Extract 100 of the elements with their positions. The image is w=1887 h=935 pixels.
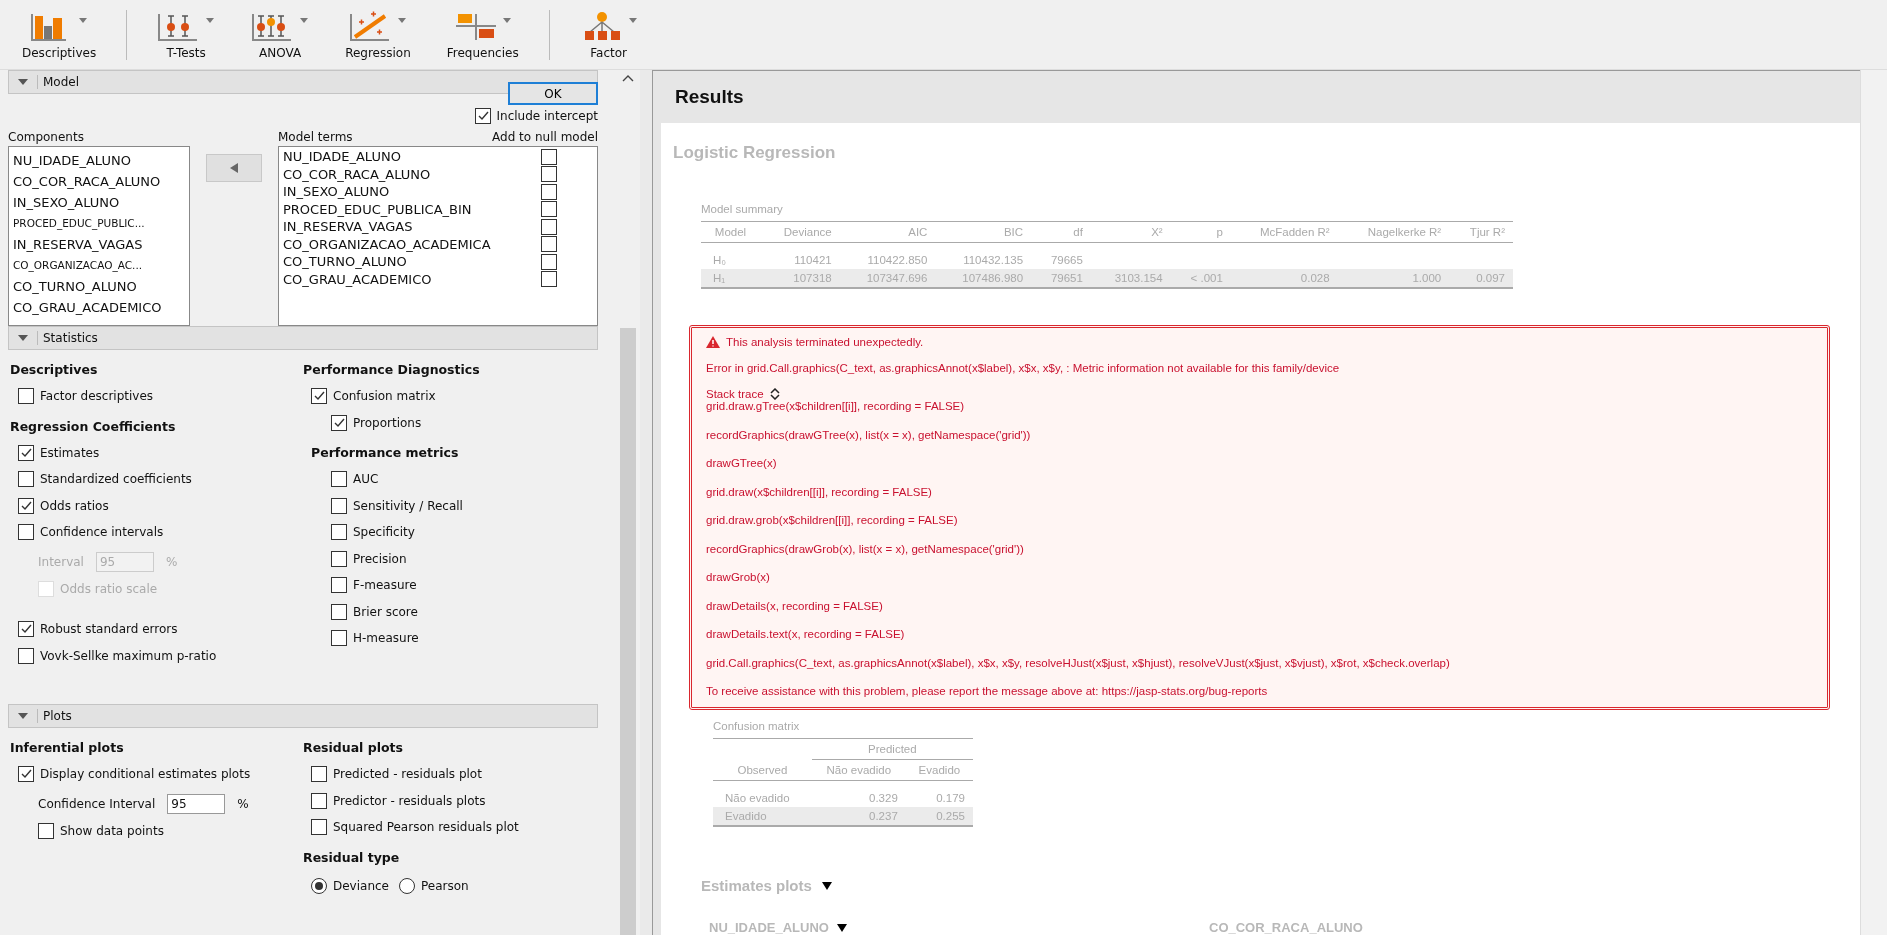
- checkbox[interactable]: [331, 497, 347, 514]
- dropdown-arrow-icon[interactable]: [821, 881, 832, 890]
- checkbox[interactable]: [311, 819, 327, 835]
- group-heading: Descriptives: [10, 362, 99, 379]
- list-item[interactable]: CO_TURNO_ALUNO: [283, 253, 407, 271]
- table-cell: H₁: [713, 272, 726, 284]
- checkbox-label: Sensitivity / Recall: [353, 498, 463, 513]
- checkbox-label: Proportions: [353, 415, 422, 430]
- list-item[interactable]: PROCED_EDUC_PUBLIC...: [13, 213, 185, 234]
- checkbox[interactable]: [331, 471, 347, 487]
- list-item[interactable]: CO_ORGANIZACAO_ACADEMICA: [283, 235, 491, 253]
- checkbox[interactable]: [541, 183, 557, 200]
- toolbar-button[interactable]: Factor: [569, 5, 648, 64]
- scrollbar[interactable]: [1860, 70, 1887, 935]
- list-item[interactable]: CO_ORGANIZACAO_AC...: [13, 255, 185, 276]
- checkbox-label: Display conditional estimates plots: [40, 767, 251, 781]
- list-item[interactable]: CO_GRAU_ACADEMICO: [283, 270, 432, 288]
- list-item[interactable]: IN_RESERVA_VAGAS: [283, 218, 413, 236]
- toolbar-button[interactable]: T-Tests: [147, 5, 226, 64]
- checkbox[interactable]: [331, 550, 347, 567]
- list-item[interactable]: CO_GRAU_ACADEMICO: [13, 297, 185, 318]
- caret-icon: [205, 16, 216, 25]
- checkbox[interactable]: [311, 388, 327, 404]
- checkbox-label: Squared Pearson residuals plot: [333, 820, 519, 834]
- checkbox[interactable]: [18, 621, 34, 637]
- radio-button[interactable]: [311, 877, 327, 894]
- list-item[interactable]: NU_IDADE_ALUNO: [13, 150, 185, 171]
- checkbox[interactable]: [18, 444, 34, 461]
- stack-trace-toggle[interactable]: Stack trace: [706, 388, 764, 400]
- section-header[interactable]: Statistics: [8, 326, 598, 350]
- checkbox-label: Odds ratio scale: [60, 581, 158, 596]
- plot-title: NU_IDADE_ALUNO: [709, 920, 829, 935]
- ok-button[interactable]: OK: [508, 82, 598, 105]
- checkbox[interactable]: [541, 271, 557, 288]
- checkbox-label: Estimates: [40, 445, 100, 460]
- list-item[interactable]: CO_COR_RACA_ALUNO: [283, 165, 431, 183]
- caret-icon: [78, 16, 89, 25]
- section-header[interactable]: Plots: [8, 704, 598, 728]
- checkbox[interactable]: [331, 630, 347, 646]
- checkbox[interactable]: [331, 414, 347, 431]
- column-group-header: Predicted: [868, 743, 917, 755]
- results-title: Results: [675, 86, 744, 108]
- dropdown-arrow-icon[interactable]: [836, 923, 847, 932]
- checkbox-label: Precision: [353, 551, 407, 566]
- table-cell: 79651: [1050, 272, 1083, 284]
- checkbox[interactable]: [541, 236, 557, 253]
- table-cell: Não evadido: [725, 792, 790, 804]
- caret-icon: [627, 16, 638, 25]
- list-title: Model terms: [278, 130, 353, 144]
- table-cell: H₀: [713, 254, 727, 266]
- toolbar-button[interactable]: Regression: [335, 5, 421, 64]
- checkbox[interactable]: [541, 253, 557, 270]
- group-heading: Regression Coefficients: [10, 418, 177, 436]
- checkbox[interactable]: [474, 108, 491, 124]
- scroll-thumb[interactable]: [620, 328, 636, 935]
- table-cell: 0.028: [1300, 272, 1330, 284]
- toolbar-button[interactable]: Frequencies: [436, 5, 529, 64]
- checkbox[interactable]: [18, 766, 34, 782]
- checkbox[interactable]: [311, 766, 327, 782]
- column-header: Não evadido: [826, 764, 892, 776]
- checkbox[interactable]: [18, 388, 34, 404]
- collapse-arrow-icon: [17, 712, 29, 720]
- checkbox[interactable]: [18, 497, 34, 514]
- checkbox[interactable]: [38, 822, 54, 839]
- table-title: Confusion matrix: [713, 720, 801, 732]
- left-arrow-icon: [228, 162, 240, 174]
- checkbox[interactable]: [18, 471, 34, 487]
- toolbar-button[interactable]: ANOVA: [241, 5, 320, 64]
- checkbox[interactable]: [541, 148, 557, 165]
- checkbox[interactable]: [541, 218, 557, 235]
- unit-label: %: [165, 554, 178, 569]
- checkbox[interactable]: [331, 524, 347, 540]
- error-title: This analysis terminated unexpectedly.: [726, 336, 924, 348]
- sort-arrows-icon[interactable]: [769, 388, 780, 400]
- radio-button[interactable]: [399, 877, 415, 894]
- stack-trace-line: drawDetails(x, recording = FALSE): [706, 599, 884, 612]
- list-item[interactable]: IN_SEXO_ALUNO: [13, 192, 185, 213]
- column-header: Model: [714, 226, 747, 238]
- checkbox[interactable]: [18, 524, 34, 540]
- checkbox[interactable]: [541, 201, 557, 218]
- list-item[interactable]: CO_TURNO_ALUNO: [13, 276, 185, 297]
- checkbox[interactable]: [541, 166, 557, 183]
- list-item[interactable]: NU_IDADE_ALUNO: [283, 148, 401, 166]
- list-item[interactable]: IN_SEXO_ALUNO: [283, 183, 390, 201]
- toolbar-button[interactable]: Descriptives: [12, 5, 107, 64]
- column-header: BIC: [1003, 226, 1024, 238]
- checkbox[interactable]: [331, 603, 347, 620]
- checkbox[interactable]: [331, 577, 347, 593]
- list-item[interactable]: PROCED_EDUC_PUBLICA_BIN: [283, 200, 472, 218]
- list-item[interactable]: CO_COR_RACA_ALUNO: [13, 171, 185, 192]
- group-heading: Residual plots: [303, 740, 404, 757]
- input-field[interactable]: 95: [167, 793, 226, 814]
- move-button[interactable]: [206, 154, 262, 182]
- list-item[interactable]: IN_RESERVA_VAGAS: [13, 234, 185, 255]
- checkbox-label: Brier score: [353, 604, 418, 619]
- checkbox[interactable]: [18, 647, 34, 664]
- collapse-arrow-icon: [17, 334, 29, 342]
- table-cell: < .001: [1190, 272, 1223, 284]
- checkbox-label: Odds ratios: [40, 498, 109, 513]
- checkbox[interactable]: [311, 792, 327, 809]
